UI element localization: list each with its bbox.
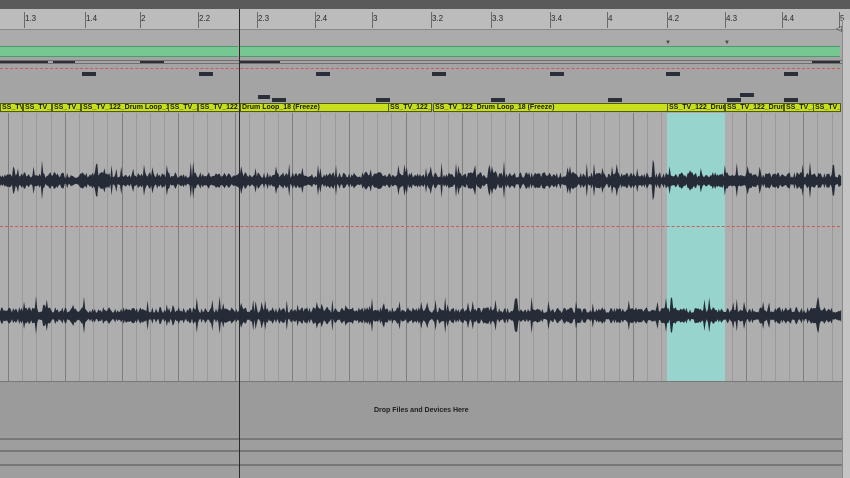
insert-marker[interactable] bbox=[239, 9, 240, 478]
beat-time-ruler[interactable]: 1.3 1.4 2 2.2 2.3 2.4 3 3.2 3.3 3.4 4 4.2 4.3 4.4 5 bbox=[0, 9, 850, 30]
automation-block bbox=[491, 98, 505, 102]
drop-zone-label: Drop Files and Devices Here bbox=[374, 407, 469, 414]
automation-block bbox=[784, 98, 798, 102]
track-separator bbox=[0, 450, 850, 452]
automation-block bbox=[199, 72, 213, 76]
automation-block bbox=[258, 95, 270, 99]
clip-header-row: SS_TV_1SS_TV_1SS_TV_1SS_TV_122_Drum Loop… bbox=[0, 103, 850, 113]
clip-header[interactable]: SS_TV_1 bbox=[52, 103, 81, 112]
clip-header[interactable]: SS_TV_1 bbox=[784, 103, 814, 112]
automation-block bbox=[550, 72, 564, 76]
clip-header[interactable]: SS_TV_122_ bbox=[198, 103, 240, 112]
automation-block bbox=[608, 98, 622, 102]
clip-header[interactable]: SS_TV_122_Drum Loop_18 (Freeze) bbox=[433, 103, 668, 112]
ruler-label: 3.4 bbox=[551, 14, 563, 23]
clip-header[interactable]: SS_TV_1 bbox=[0, 103, 23, 112]
master-track-area[interactable] bbox=[0, 436, 850, 478]
automation-block bbox=[376, 98, 390, 102]
automation-line bbox=[0, 68, 850, 69]
clip-header[interactable]: SS_TV_122_Drum bbox=[667, 103, 725, 112]
clip-header[interactable]: SS_TV_1 bbox=[23, 103, 52, 112]
marker-arrow-icon[interactable]: ▼ bbox=[724, 40, 730, 46]
automation-block bbox=[784, 72, 798, 76]
clip-header[interactable]: Drum Loop_18 (Freeze) bbox=[240, 103, 389, 112]
arrangement-view: 1.3 1.4 2 2.2 2.3 2.4 3 3.2 3.3 3.4 4 4.2 4.3 4.4 5 ▼ … bbox=[0, 0, 850, 478]
ruler-label: 2.3 bbox=[258, 14, 270, 23]
automation-block bbox=[272, 98, 286, 102]
ruler-label: 2.4 bbox=[316, 14, 328, 23]
clip-header[interactable]: SS_TV_122_D bbox=[388, 103, 432, 112]
ruler-label: 1.3 bbox=[25, 14, 37, 23]
waveform-right-channel bbox=[0, 296, 842, 334]
clip-header[interactable]: SS_TV_1 bbox=[168, 103, 198, 112]
track-separator bbox=[0, 464, 850, 466]
scroll-arrow-icon[interactable]: ◁ bbox=[836, 24, 842, 33]
track-separator bbox=[0, 438, 850, 440]
ruler-label: 3.3 bbox=[492, 14, 504, 23]
loop-brace-right[interactable] bbox=[240, 46, 840, 57]
loop-brace-left[interactable] bbox=[0, 46, 238, 57]
automation-block bbox=[316, 72, 330, 76]
audio-track-lane[interactable] bbox=[0, 113, 850, 381]
top-strip bbox=[0, 0, 850, 9]
automation-block bbox=[82, 72, 96, 76]
automation-block bbox=[740, 93, 754, 97]
marker-arrow-icon[interactable]: ▼ bbox=[665, 40, 671, 46]
ruler-label: 2.2 bbox=[199, 14, 211, 23]
automation-block bbox=[666, 72, 680, 76]
ruler-label: 3.2 bbox=[432, 14, 444, 23]
ruler-label: 4 bbox=[608, 14, 613, 23]
drop-zone[interactable]: Drop Files and Devices Here bbox=[0, 381, 850, 437]
automation-block bbox=[432, 72, 446, 76]
ruler-label: 2 bbox=[141, 14, 146, 23]
clip-header[interactable]: SS_TV_122_Drum bbox=[725, 103, 784, 112]
clip-header[interactable]: SS_TV_1 bbox=[813, 103, 841, 112]
lane-guide bbox=[0, 60, 842, 61]
ruler-label: 1.4 bbox=[86, 14, 98, 23]
channel-divider-line bbox=[0, 226, 850, 227]
waveform-display bbox=[0, 159, 842, 334]
automation-block bbox=[727, 98, 741, 102]
lane-guide bbox=[0, 63, 842, 64]
vertical-scrollbar[interactable] bbox=[842, 20, 850, 478]
ruler-label: 3 bbox=[373, 14, 378, 23]
automation-overview-lane[interactable] bbox=[0, 57, 850, 102]
ruler-label: 4.3 bbox=[726, 14, 738, 23]
waveform-left-channel bbox=[0, 159, 842, 201]
scrub-area[interactable] bbox=[0, 30, 850, 45]
clip-header[interactable]: SS_TV_122_Drum Loop_18 ( bbox=[81, 103, 169, 112]
ruler-label: 4.4 bbox=[783, 14, 795, 23]
ruler-label: 4.2 bbox=[668, 14, 680, 23]
